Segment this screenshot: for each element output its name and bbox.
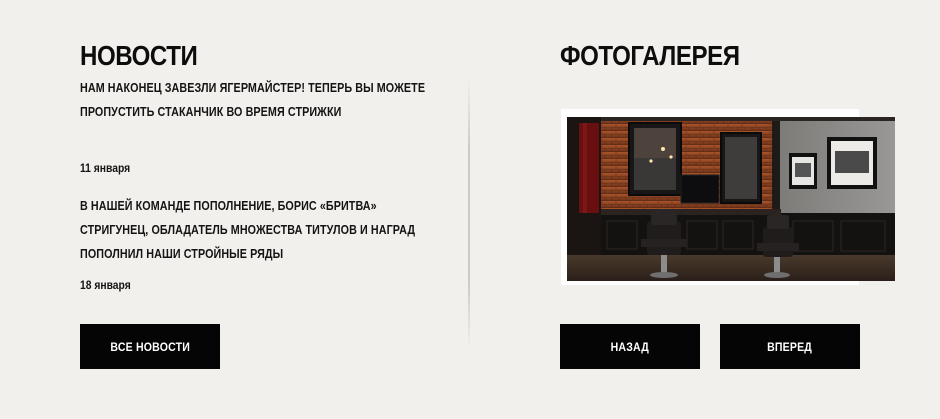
- prev-button-label: НАЗАД: [610, 339, 650, 354]
- news-item-date: 18 января: [80, 278, 131, 292]
- prev-button[interactable]: НАЗАД: [560, 324, 700, 369]
- news-item-text[interactable]: В НАШЕЙ КОМАНДЕ ПОПОЛНЕНИЕ, БОРИС «БРИТВ…: [80, 194, 441, 266]
- gallery-title: ФОТОГАЛЕРЕЯ: [560, 40, 740, 71]
- barbershop-interior-photo[interactable]: [567, 117, 895, 281]
- news-item-date: 11 января: [80, 161, 131, 175]
- news-item-text[interactable]: НАМ НАКОНЕЦ ЗАВЕЗЛИ ЯГЕРМАЙСТЕР! ТЕПЕРЬ …: [80, 76, 441, 124]
- next-button[interactable]: ВПЕРЕД: [720, 324, 860, 369]
- all-news-button-label: ВСЕ НОВОСТИ: [110, 339, 190, 354]
- news-title: НОВОСТИ: [80, 40, 198, 71]
- column-divider: [468, 80, 470, 350]
- all-news-button[interactable]: ВСЕ НОВОСТИ: [80, 324, 220, 369]
- next-button-label: ВПЕРЕД: [767, 339, 813, 354]
